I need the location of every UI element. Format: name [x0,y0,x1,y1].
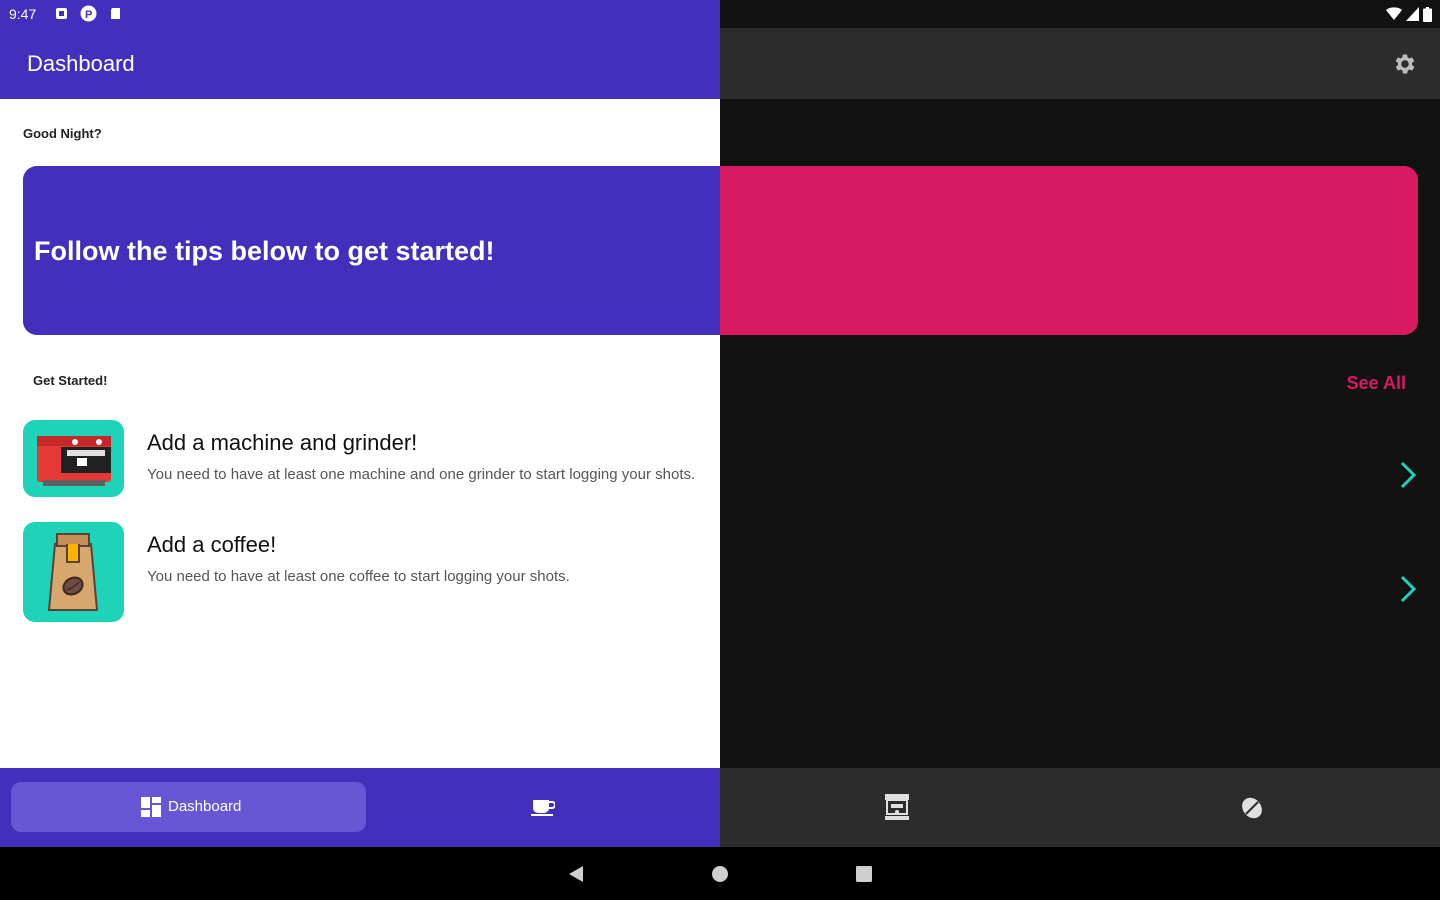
battery-icon [1423,6,1432,22]
dashboard-icon [141,797,161,817]
tip-description: You need to have at least one coffee to … [147,568,570,585]
section-title: Get Started! [33,373,108,388]
status-bar-left: 9:47 P [0,0,720,28]
banner-text: Follow the tips below to get started! [34,236,495,266]
system-home-button[interactable] [695,847,745,900]
bottom-nav: Dashboard [0,768,1440,847]
tip-title: Add a coffee! [147,532,277,557]
nav-beans[interactable] [1212,782,1292,832]
back-triangle-icon [569,866,583,882]
coffee-cup-icon [531,800,555,816]
recents-square-icon [856,866,872,882]
espresso-machine-icon [23,420,124,497]
nav-dashboard[interactable]: Dashboard [11,782,366,832]
chevron-right-icon [1400,575,1417,603]
see-all-link[interactable]: See All [1347,373,1406,394]
status-bar: 9:47 P [0,0,1440,28]
home-circle-icon [712,866,728,882]
svg-text:P: P [85,9,92,21]
system-recents-button[interactable] [839,847,889,900]
status-time: 9:47 [9,6,37,22]
system-nav-bar [0,847,1440,900]
greeting-text: Good Night? [23,126,102,141]
nav-grinder[interactable] [857,782,937,832]
app-bar-left: Dashboard [0,28,720,99]
nav-dashboard-label: Dashboard [168,798,242,815]
page-title: Dashboard [27,51,135,76]
tip-item-machine[interactable]: Add a machine and grinder! You need to h… [0,420,1440,522]
grinder-icon [885,794,909,820]
status-icons-right [1386,6,1432,22]
coffee-bag-icon [23,522,124,622]
system-back-button[interactable] [551,847,601,900]
tip-title: Add a machine and grinder! [147,430,418,455]
chevron-right-icon [1400,461,1417,489]
tip-item-coffee[interactable]: Add a coffee! You need to have at least … [0,522,1440,624]
wifi-icon [1386,7,1402,20]
tip-description: You need to have at least one machine an… [147,466,696,483]
bottom-nav-left: Dashboard [0,768,720,847]
get-started-banner[interactable]: Follow the tips below to get started! [23,166,1418,335]
gear-icon[interactable] [1392,51,1418,77]
coffee-bean-icon [1242,797,1262,819]
app-bar: Dashboard [0,28,1440,99]
sd-card-icon [111,8,120,19]
app-root: 9:47 P Dashboard Good Night? Follow the … [0,0,1440,900]
nav-coffee[interactable] [503,782,583,832]
app-notification-icon: P [80,5,97,22]
notification-icon [56,8,67,19]
signal-icon [1406,7,1419,21]
